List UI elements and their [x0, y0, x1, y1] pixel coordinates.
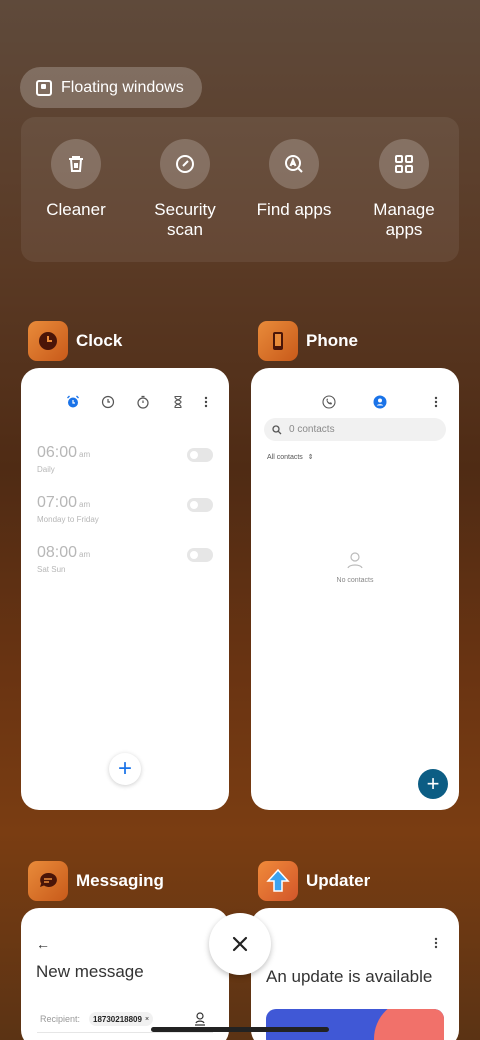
- recipient-label: Recipient:: [40, 1014, 81, 1024]
- alarm-toggle[interactable]: [187, 548, 213, 562]
- updater-app-icon: [258, 861, 298, 901]
- messaging-app-icon: [28, 861, 68, 901]
- plus-icon: +: [117, 755, 132, 782]
- clock-more-icon[interactable]: [203, 395, 209, 414]
- alarm-repeat: Daily: [37, 465, 55, 474]
- close-all-button[interactable]: [209, 913, 271, 975]
- messaging-app-header[interactable]: Messaging: [28, 861, 164, 901]
- security-scan-label: Security scan: [154, 200, 216, 239]
- updater-more-icon[interactable]: [433, 936, 439, 955]
- home-indicator[interactable]: [151, 1027, 329, 1032]
- alarm-repeat: Sat Sun: [37, 565, 66, 574]
- find-apps-label: Find apps: [256, 200, 332, 219]
- phone-app-header[interactable]: Phone: [258, 321, 358, 361]
- clock-app-name: Clock: [76, 331, 123, 350]
- phone-app-icon: [258, 321, 298, 361]
- cleaner-label: Cleaner: [46, 200, 106, 219]
- phone-app-name: Phone: [306, 331, 358, 350]
- manage-apps-label: Manage apps: [373, 200, 435, 239]
- add-alarm-button[interactable]: +: [109, 753, 141, 785]
- manage-apps-button[interactable]: Manage apps: [349, 139, 459, 240]
- grid-icon: [379, 139, 429, 189]
- shield-check-icon: [160, 139, 210, 189]
- contacts-filter-label: All contacts: [267, 453, 303, 461]
- timer-tab-icon[interactable]: [171, 395, 185, 414]
- call-log-tab-icon[interactable]: [322, 395, 336, 414]
- floating-windows-label: Floating windows: [61, 78, 184, 96]
- phone-app-card[interactable]: 0 contacts All contacts ⇕ No contacts +: [251, 368, 459, 810]
- add-contact-button[interactable]: +: [418, 769, 448, 799]
- clock-app-icon: [28, 321, 68, 361]
- contacts-search-input[interactable]: 0 contacts: [264, 418, 446, 441]
- search-a-icon: [269, 139, 319, 189]
- contacts-tab-icon[interactable]: [373, 395, 387, 414]
- alarm-toggle[interactable]: [187, 498, 213, 512]
- alarm-row[interactable]: 08:00 am Sat Sun: [37, 544, 213, 584]
- close-icon: [232, 936, 248, 952]
- clock-app-card[interactable]: 06:00 am Daily 07:00 am Monday to Friday 0…: [21, 368, 229, 810]
- clock-app-header[interactable]: Clock: [28, 321, 122, 361]
- contacts-filter-dropdown[interactable]: All contacts ⇕: [267, 453, 314, 462]
- recipient-chip[interactable]: 18730218809 ×: [89, 1012, 154, 1026]
- alarm-tab-icon[interactable]: [66, 395, 80, 414]
- updater-app-card[interactable]: An update is available: [251, 908, 459, 1040]
- update-headline: An update is available: [266, 967, 433, 986]
- alarm-time: 07:00 am: [37, 494, 91, 511]
- stopwatch-tab-icon[interactable]: [136, 395, 150, 414]
- floating-window-icon: [36, 79, 52, 96]
- update-banner-image: [266, 1009, 444, 1040]
- alarm-toggle[interactable]: [187, 448, 213, 462]
- alarm-repeat: Monday to Friday: [37, 515, 99, 524]
- empty-contacts-text: No contacts: [336, 577, 374, 584]
- empty-contacts-icon: [345, 550, 365, 575]
- alarm-row[interactable]: 07:00 am Monday to Friday: [37, 494, 213, 534]
- back-arrow-icon[interactable]: ←: [36, 936, 50, 952]
- quick-tools-panel: Cleaner Security scan Find apps Manage a…: [21, 117, 459, 262]
- alarm-time: 06:00 am: [37, 444, 91, 461]
- search-placeholder: 0 contacts: [289, 424, 335, 435]
- messaging-app-name: Messaging: [76, 871, 164, 890]
- find-apps-button[interactable]: Find apps: [239, 139, 349, 220]
- world-clock-tab-icon[interactable]: [101, 395, 115, 414]
- chip-remove-icon[interactable]: ×: [145, 1016, 149, 1023]
- recipient-divider: [37, 1032, 213, 1033]
- floating-windows-button[interactable]: Floating windows: [20, 67, 202, 108]
- sort-arrows-icon: ⇕: [307, 454, 314, 461]
- cleaner-button[interactable]: Cleaner: [21, 139, 131, 220]
- phone-more-icon[interactable]: [433, 395, 439, 414]
- updater-app-name: Updater: [306, 871, 371, 890]
- alarm-row[interactable]: 06:00 am Daily: [37, 444, 213, 484]
- messaging-app-card[interactable]: ← New message Recipient: 18730218809 ×: [21, 908, 229, 1040]
- new-message-title: New message: [36, 962, 144, 981]
- updater-app-header[interactable]: Updater: [258, 861, 370, 901]
- security-scan-button[interactable]: Security scan: [130, 139, 240, 240]
- search-icon: [272, 424, 282, 434]
- alarm-time: 08:00 am: [37, 544, 91, 561]
- plus-icon: +: [426, 771, 440, 796]
- trash-icon: [51, 139, 101, 189]
- recipient-number: 18730218809: [93, 1014, 142, 1024]
